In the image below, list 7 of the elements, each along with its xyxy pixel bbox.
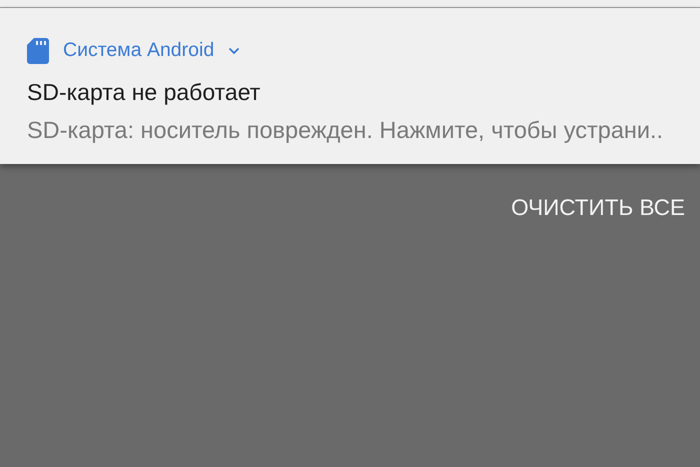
chevron-icon[interactable]	[228, 46, 240, 55]
clear-all-button[interactable]: ОЧИСТИТЬ ВСЕ	[511, 191, 685, 225]
app-name: Система Android	[63, 38, 214, 63]
notification-title: SD-карта не работает	[27, 78, 262, 108]
sd-card-icon	[27, 38, 49, 64]
notification-text: SD-карта: носитель поврежден. Нажмите, чтобы устрани..	[27, 116, 664, 145]
notification-card[interactable]: Система Android SD-карта не работает SD-карта: носитель поврежден. Нажмите, чтобы устрани..	[0, 8, 700, 164]
